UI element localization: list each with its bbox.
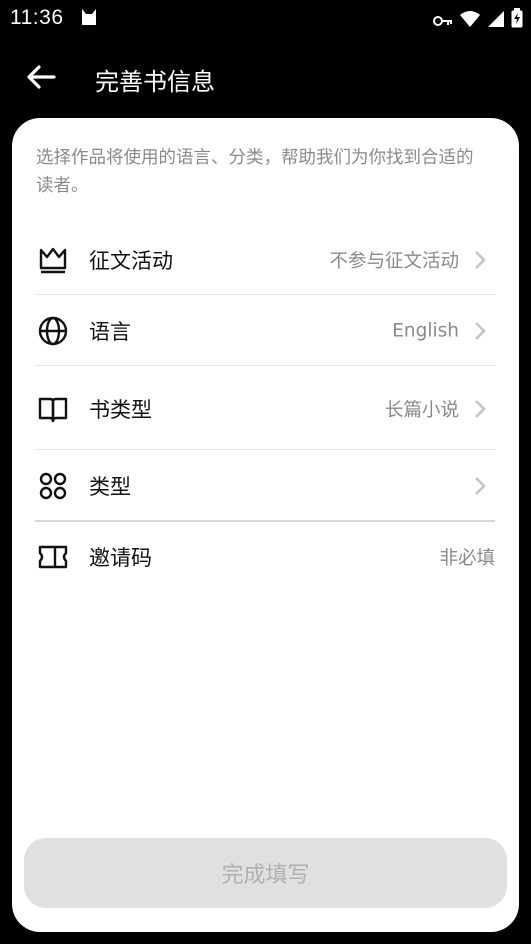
globe-icon <box>37 315 69 347</box>
row-value: 长篇小说 <box>384 399 459 421</box>
row-genre[interactable]: 类型 <box>35 450 495 522</box>
app-bar: 完善书信息 <box>0 50 531 106</box>
crown-icon <box>37 244 69 276</box>
row-value: 非必填 <box>439 548 495 569</box>
wifi-icon <box>459 9 481 33</box>
row-book-type[interactable]: 书类型 长篇小说 <box>35 367 495 450</box>
key-icon <box>433 9 453 33</box>
status-time: 11:36 <box>10 6 64 29</box>
cat-icon <box>79 7 99 32</box>
book-icon <box>37 393 69 425</box>
intro-text: 选择作品将使用的语言、分类，帮助我们为你找到合适的读者。 <box>36 148 474 196</box>
signal-icon <box>487 9 505 33</box>
complete-button[interactable]: 完成填写 <box>24 838 507 908</box>
status-bar: 11:36 <box>0 0 531 36</box>
chevron-right-icon <box>473 399 487 419</box>
row-value: 不参与征文活动 <box>329 251 459 272</box>
row-value: English <box>392 320 459 342</box>
arrow-left-icon <box>24 65 58 96</box>
row-invite-code[interactable]: 邀请码 非必填 <box>35 522 495 592</box>
chevron-right-icon <box>473 476 487 496</box>
row-language[interactable]: 语言 English <box>35 296 495 366</box>
battery-icon <box>511 8 523 33</box>
back-button[interactable] <box>24 62 58 92</box>
row-label: 邀请码 <box>89 546 152 570</box>
book-info-card: 选择作品将使用的语言、分类，帮助我们为你找到合适的读者。 征文活动 不参与征文活… <box>12 118 519 932</box>
status-icons <box>433 8 523 33</box>
chevron-right-icon <box>473 321 487 341</box>
page-title: 完善书信息 <box>95 68 215 96</box>
row-contest[interactable]: 征文活动 不参与征文活动 <box>35 225 495 295</box>
divider <box>35 294 495 295</box>
ticket-icon <box>37 541 69 573</box>
row-label: 语言 <box>89 320 131 344</box>
row-label: 征文活动 <box>89 249 173 273</box>
row-label: 书类型 <box>89 397 152 422</box>
row-label: 类型 <box>89 475 131 499</box>
divider <box>35 365 495 366</box>
grid-dots-icon <box>37 470 69 502</box>
chevron-right-icon <box>473 250 487 270</box>
